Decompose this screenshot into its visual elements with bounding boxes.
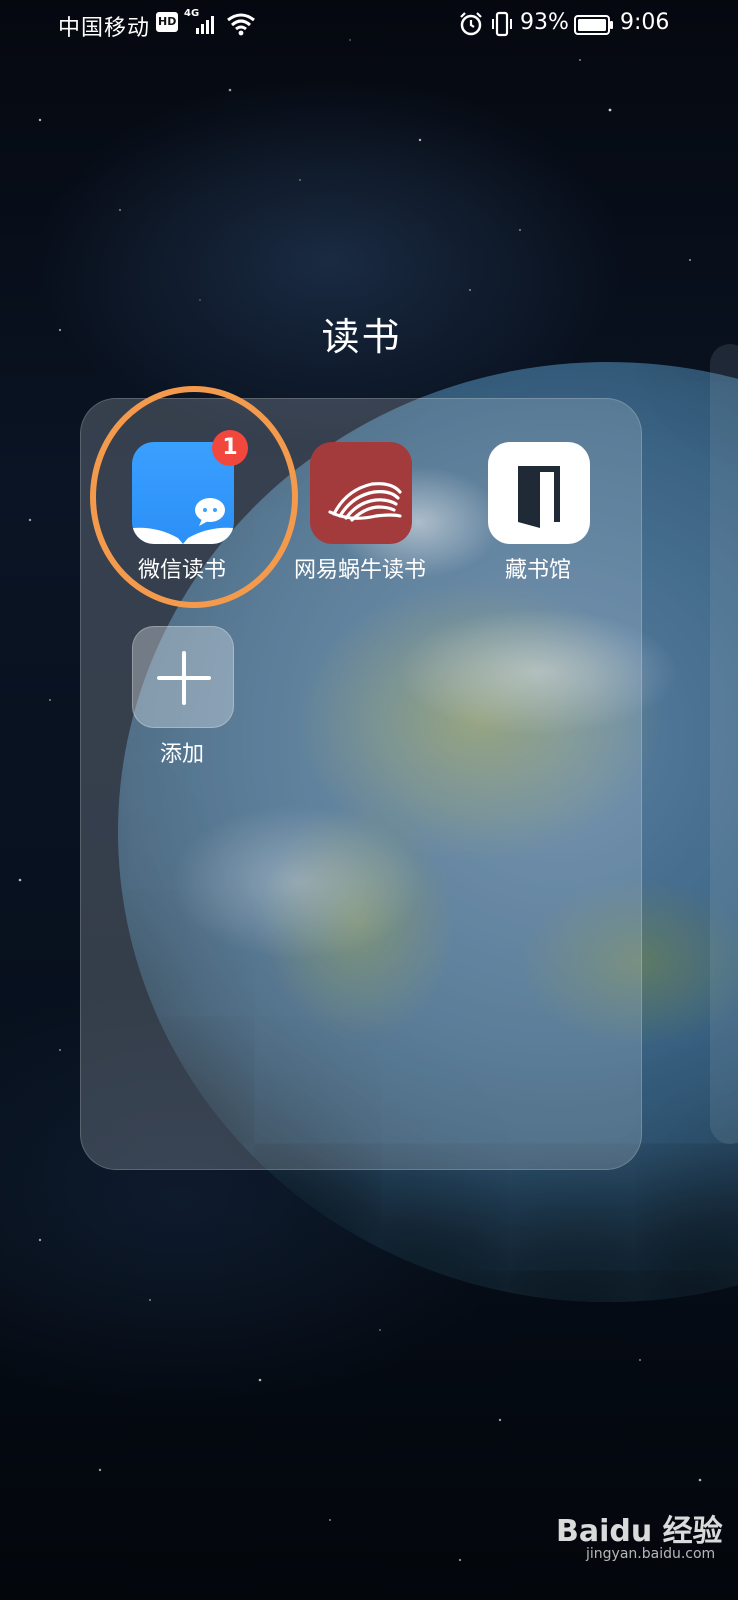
clock: 9:06 [620, 10, 670, 35]
adjacent-page-edge [710, 344, 738, 1144]
highlight-ring [90, 386, 298, 608]
folder-title[interactable]: 读书 [0, 306, 723, 361]
battery-percent: 93% [520, 10, 569, 35]
status-bar: 中国移动 HD 4G 93% 9:06 [0, 0, 738, 50]
hd-icon: HD [156, 12, 178, 32]
vibrate-icon [492, 11, 512, 37]
app-library[interactable]: 藏书馆 [448, 442, 628, 592]
battery-icon [574, 15, 613, 35]
signal-icon [196, 16, 214, 34]
carrier-name: 中国移动 [58, 16, 151, 41]
library-door-icon[interactable] [488, 442, 590, 544]
watermark-url: jingyan.baidu.com [586, 1546, 716, 1562]
add-app-button[interactable]: 添加 [92, 626, 272, 776]
baidu-jingyan-watermark: Baidu 经验 jingyan.baidu.com [556, 1506, 726, 1566]
app-label: 网易蜗牛读书 [293, 558, 426, 583]
alarm-icon [460, 12, 482, 36]
home-screen: 中国移动 HD 4G 93% 9:06 读书 微信读书 1 网易蜗牛读书 藏书馆… [0, 0, 738, 1600]
wifi-icon [227, 13, 255, 36]
app-netease-snail-reading[interactable]: 网易蜗牛读书 [270, 442, 450, 592]
app-label: 藏书馆 [504, 558, 571, 583]
plus-icon[interactable] [132, 626, 234, 728]
netease-snail-reading-icon[interactable] [310, 442, 412, 544]
add-label: 添加 [159, 742, 204, 767]
watermark-brand: Baidu 经验 [556, 1514, 723, 1549]
